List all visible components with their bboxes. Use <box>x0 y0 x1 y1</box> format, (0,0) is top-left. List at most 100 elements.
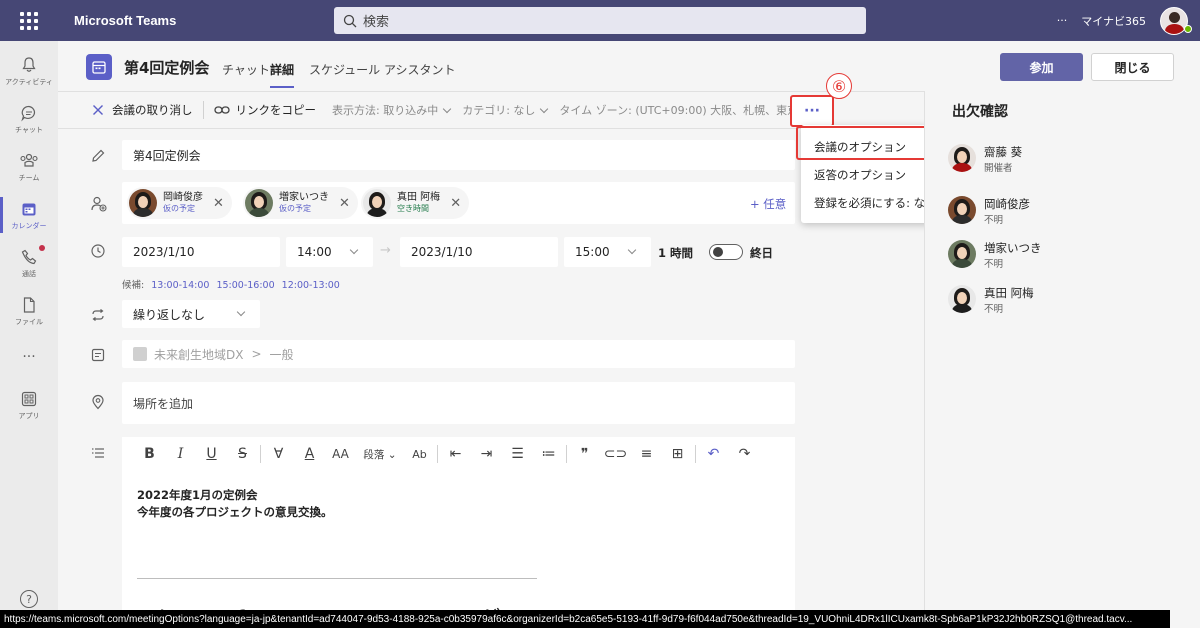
font-size-icon[interactable]: AA <box>325 447 356 461</box>
time-suggestions: 候補: 13:00-14:00 15:00-16:00 12:00-13:00 <box>122 277 340 291</box>
attendee-status: 空き時間 <box>397 204 429 213</box>
page-title: 第4回定例会 <box>124 59 210 77</box>
suggestion-link[interactable]: 12:00-13:00 <box>282 280 340 291</box>
presence-available-icon <box>1184 25 1192 33</box>
rail-item-calendar[interactable]: カレンダー <box>0 191 58 239</box>
undo-icon[interactable]: ↶ <box>698 446 729 462</box>
avatar <box>245 189 273 217</box>
rail-item-files[interactable]: ファイル <box>0 287 58 335</box>
bold-icon[interactable]: B <box>134 446 165 462</box>
table-icon[interactable]: ⊞ <box>662 446 693 462</box>
location-input[interactable]: 場所を追加 <box>122 382 795 424</box>
cancel-meeting-button[interactable]: 会議の取り消し <box>92 102 193 118</box>
rail-item-teams[interactable]: チーム <box>0 143 58 191</box>
rail-item-more[interactable]: ··· <box>0 333 58 381</box>
strikethrough-icon[interactable]: S <box>227 446 258 462</box>
divider <box>137 578 537 579</box>
tab-scheduling-assistant[interactable]: スケジュール アシスタント <box>309 61 456 78</box>
rail-item-activity[interactable]: アクティビティ <box>0 47 58 95</box>
meeting-header: 第4回定例会 チャット 詳細 スケジュール アシスタント 参加 閉じる <box>58 41 1200 91</box>
highlight-icon[interactable]: ∀ <box>263 446 294 462</box>
remove-icon[interactable]: ✕ <box>450 196 461 211</box>
category-dropdown[interactable]: カテゴリ: なし <box>462 102 553 118</box>
italic-icon[interactable]: I <box>165 446 196 462</box>
search-icon <box>343 14 357 27</box>
join-button[interactable]: 参加 <box>1000 53 1083 81</box>
avatar <box>948 240 976 268</box>
increase-indent-icon[interactable]: ⇥ <box>471 446 502 462</box>
app-launcher-button[interactable] <box>0 0 58 41</box>
rail-label: カレンダー <box>11 221 47 230</box>
meeting-calendar-icon <box>86 54 112 80</box>
attendance-title: 出欠確認 <box>952 104 1008 120</box>
all-day-toggle[interactable] <box>709 244 743 260</box>
start-date-picker[interactable]: 2023/1/10 <box>122 237 280 267</box>
attendee-chip[interactable]: 岡崎俊彦 仮の予定 ✕ <box>127 187 232 219</box>
suggestion-link[interactable]: 15:00-16:00 <box>216 280 274 291</box>
quote-icon[interactable]: ❞ <box>569 446 600 462</box>
close-button[interactable]: 閉じる <box>1091 53 1174 81</box>
start-time-picker[interactable]: 14:00 <box>286 237 373 267</box>
rail-label: アプリ <box>18 411 40 420</box>
suggestion-link[interactable]: 13:00-14:00 <box>151 280 209 291</box>
end-time-value: 15:00 <box>575 245 610 259</box>
rail-item-apps[interactable]: アプリ <box>0 381 58 429</box>
avatar <box>948 285 976 313</box>
rail-item-chat[interactable]: チャット <box>0 95 58 143</box>
file-icon <box>23 296 35 313</box>
link-status-bar: https://teams.microsoft.com/meetingOptio… <box>0 610 1170 628</box>
show-as-dropdown[interactable]: 表示方法: 取り込み中 <box>332 102 456 118</box>
font-color-icon[interactable]: A <box>294 446 325 462</box>
tab-details[interactable]: 詳細 <box>270 61 295 88</box>
repeat-value: 繰り返しなし <box>133 307 206 322</box>
avatar <box>129 189 157 217</box>
underline-icon[interactable]: U <box>196 446 227 462</box>
redo-icon[interactable]: ↷ <box>729 446 760 462</box>
more-options-button[interactable]: ··· <box>1057 14 1068 27</box>
link-icon[interactable]: ⊂⊃ <box>600 446 631 462</box>
align-icon[interactable]: ≡ <box>631 446 662 462</box>
attendee-name: 岡崎俊彦 <box>163 192 203 203</box>
numbered-list-icon[interactable]: ≔ <box>533 446 564 462</box>
suggest-label: 候補: <box>122 280 145 291</box>
add-people-icon <box>91 196 107 212</box>
arrow-right-icon: → <box>380 243 391 258</box>
end-time-picker[interactable]: 15:00 <box>564 237 651 267</box>
search-input[interactable]: 検索 <box>334 7 866 34</box>
channel-picker[interactable]: 未来創生地域DX > 一般 <box>122 340 795 368</box>
tab-chat[interactable]: チャット <box>222 61 270 78</box>
attendee-status: 不明 <box>984 304 1004 315</box>
copy-link-label: リンクをコピー <box>235 103 317 117</box>
end-date-picker[interactable]: 2023/1/10 <box>400 237 558 267</box>
details-list-icon <box>92 448 104 458</box>
paragraph-style-dropdown[interactable]: 段落 ⌄ <box>356 447 404 462</box>
status-url: https://teams.microsoft.com/meetingOptio… <box>4 613 1133 625</box>
title-input[interactable]: 第4回定例会 <box>122 140 795 170</box>
copy-link-button[interactable]: リンクをコピー <box>213 102 317 118</box>
description-line: 今年度の各プロジェクトの意見交換。 <box>137 505 333 519</box>
chevron-down-icon <box>349 245 359 255</box>
description-editor[interactable]: B I U S ∀ A AA 段落 ⌄ Ab ⇤ ⇥ ☰ ≔ ❞ ⊂⊃ ≡ ⊞ … <box>122 437 795 628</box>
attendee-chip[interactable]: 真田 阿梅 空き時間 ✕ <box>361 187 470 219</box>
more-actions-button[interactable]: ··· <box>790 95 834 127</box>
bulleted-list-icon[interactable]: ☰ <box>502 446 533 462</box>
attendee-chip[interactable]: 増家いつき 仮の予定 ✕ <box>243 187 358 219</box>
attendee-status: 不明 <box>984 259 1004 270</box>
repeat-dropdown[interactable]: 繰り返しなし <box>122 300 260 328</box>
rail-item-calls[interactable]: 通話 <box>0 239 58 287</box>
org-name[interactable]: マイナビ365 <box>1081 13 1146 29</box>
add-optional-attendee-button[interactable]: + 任意 <box>750 196 786 212</box>
decrease-indent-icon[interactable]: ⇤ <box>440 446 471 462</box>
remove-icon[interactable]: ✕ <box>339 196 350 211</box>
timezone-dropdown[interactable]: タイム ゾーン: (UTC+09:00) 大阪、札幌、東京 <box>559 102 798 118</box>
pencil-icon <box>92 149 105 162</box>
chat-icon <box>21 105 36 122</box>
remove-icon[interactable]: ✕ <box>213 196 224 211</box>
avatar <box>948 144 976 172</box>
description-line: 2022年度1月の定例会 <box>137 488 258 502</box>
toolbar-divider <box>566 445 567 463</box>
clock-icon <box>91 244 105 258</box>
attendee-name: 増家いつき <box>984 241 1042 255</box>
apps-icon <box>21 391 37 406</box>
clear-format-icon[interactable]: Ab <box>404 448 435 461</box>
